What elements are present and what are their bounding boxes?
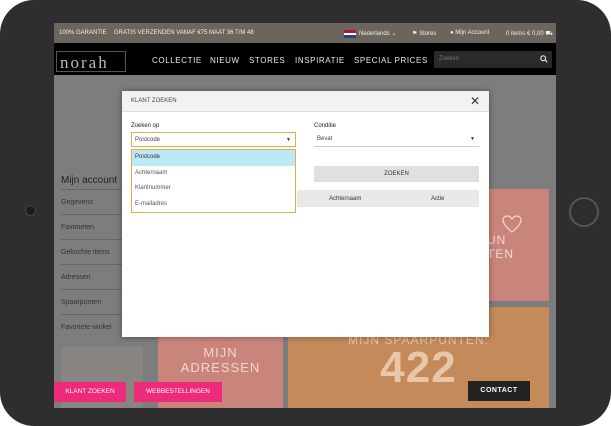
column-actie: Actie [431, 196, 445, 202]
sizes-text: MAAT 36 T/M 48 [209, 30, 254, 36]
close-icon[interactable]: ✕ [470, 95, 480, 107]
chevron-down-icon: ⌄ [391, 31, 397, 37]
dropdown-caret-icon: ▼ [470, 136, 475, 142]
search-by-options: Postcode Achternaam Klantnummer E-mailad… [131, 149, 296, 213]
column-achternaam: Achternaam [329, 196, 362, 202]
stores-label: Stores [419, 31, 437, 37]
condition-label: Conditie [314, 123, 337, 129]
tile-favorieten[interactable]: UN TEN [487, 189, 549, 301]
user-icon: ● [450, 30, 454, 36]
dropdown-caret-icon: ▼ [286, 137, 291, 143]
condition-select[interactable]: Bevat ▼ [314, 132, 479, 147]
shipping-text: GRATIS VERZENDEN VANAF €75 [114, 30, 208, 36]
nav-nieuw[interactable]: NIEUW [210, 56, 240, 65]
contact-button[interactable]: CONTACT [468, 381, 530, 401]
results-table-header [297, 190, 479, 207]
cart-icon: ⛟ [545, 31, 553, 37]
nav-collectie[interactable]: COLLECTIE [152, 56, 202, 65]
option-emailadres[interactable]: E-mailadres [132, 197, 295, 213]
klant-zoeken-modal: KLANT ZOEKEN ✕ Zoeken op Postcode ▼ Cond… [122, 91, 489, 337]
search-by-label: Zoeken op [131, 123, 160, 129]
language-label: Nederlands [359, 31, 390, 37]
heart-icon [502, 215, 522, 233]
option-achternaam[interactable]: Achternaam [132, 166, 295, 182]
search-icon[interactable] [540, 55, 548, 63]
search-by-value: Postcode [135, 137, 161, 143]
tablet-frame: 100% GARANTIE GRATIS VERZENDEN VANAF €75… [0, 0, 611, 426]
my-account-link[interactable]: ● Mijn Account [450, 30, 489, 36]
flag-icon: ⚑ [412, 31, 418, 37]
search-by-select[interactable]: Postcode ▼ [131, 132, 296, 147]
nav-stores[interactable]: STORES [249, 56, 285, 65]
top-info-bar: 100% GARANTIE GRATIS VERZENDEN VANAF €75… [54, 23, 556, 43]
option-postcode[interactable]: Postcode [132, 150, 295, 166]
screen: 100% GARANTIE GRATIS VERZENDEN VANAF €75… [54, 23, 556, 408]
stores-link[interactable]: ⚑ Stores [412, 30, 436, 37]
cart-label: 0 items € 0,00 [506, 31, 544, 37]
condition-value: Bevat [317, 136, 333, 142]
nav-inspiratie[interactable]: INSPIRATIE [295, 56, 345, 65]
tile-favorieten-label-1: UN [487, 233, 507, 247]
cart-link[interactable]: 0 items € 0,00 ⛟ [506, 30, 553, 38]
tile-adressen-label-2: ADRESSEN [180, 360, 261, 375]
camera [25, 205, 36, 216]
dutch-flag-icon [344, 30, 356, 38]
tile-adressen-label-1: MIJN [203, 345, 238, 360]
guarantee-text: 100% GARANTIE [59, 30, 107, 36]
webbestellingen-button[interactable]: WEBBESTELLINGEN [134, 382, 222, 402]
tile-favorieten-label-2: TEN [487, 247, 514, 261]
modal-title: KLANT ZOEKEN [131, 98, 177, 104]
search-button[interactable]: ZOEKEN [314, 166, 479, 182]
language-selector[interactable]: Nederlands ⌄ [359, 30, 396, 37]
my-account-label: Mijn Account [455, 30, 490, 36]
klant-zoeken-button[interactable]: KLANT ZOEKEN [54, 382, 126, 402]
option-klantnummer[interactable]: Klantnummer [132, 181, 295, 197]
modal-header: KLANT ZOEKEN ✕ [122, 91, 489, 112]
account-title: Mijn account [61, 175, 118, 186]
home-button[interactable] [569, 197, 599, 227]
search-placeholder: Zoeken [439, 56, 460, 62]
search-input[interactable]: Zoeken [434, 51, 552, 68]
nav-special-prices[interactable]: SPECIAL PRICES [354, 56, 428, 65]
logo[interactable]: norah [56, 51, 126, 72]
